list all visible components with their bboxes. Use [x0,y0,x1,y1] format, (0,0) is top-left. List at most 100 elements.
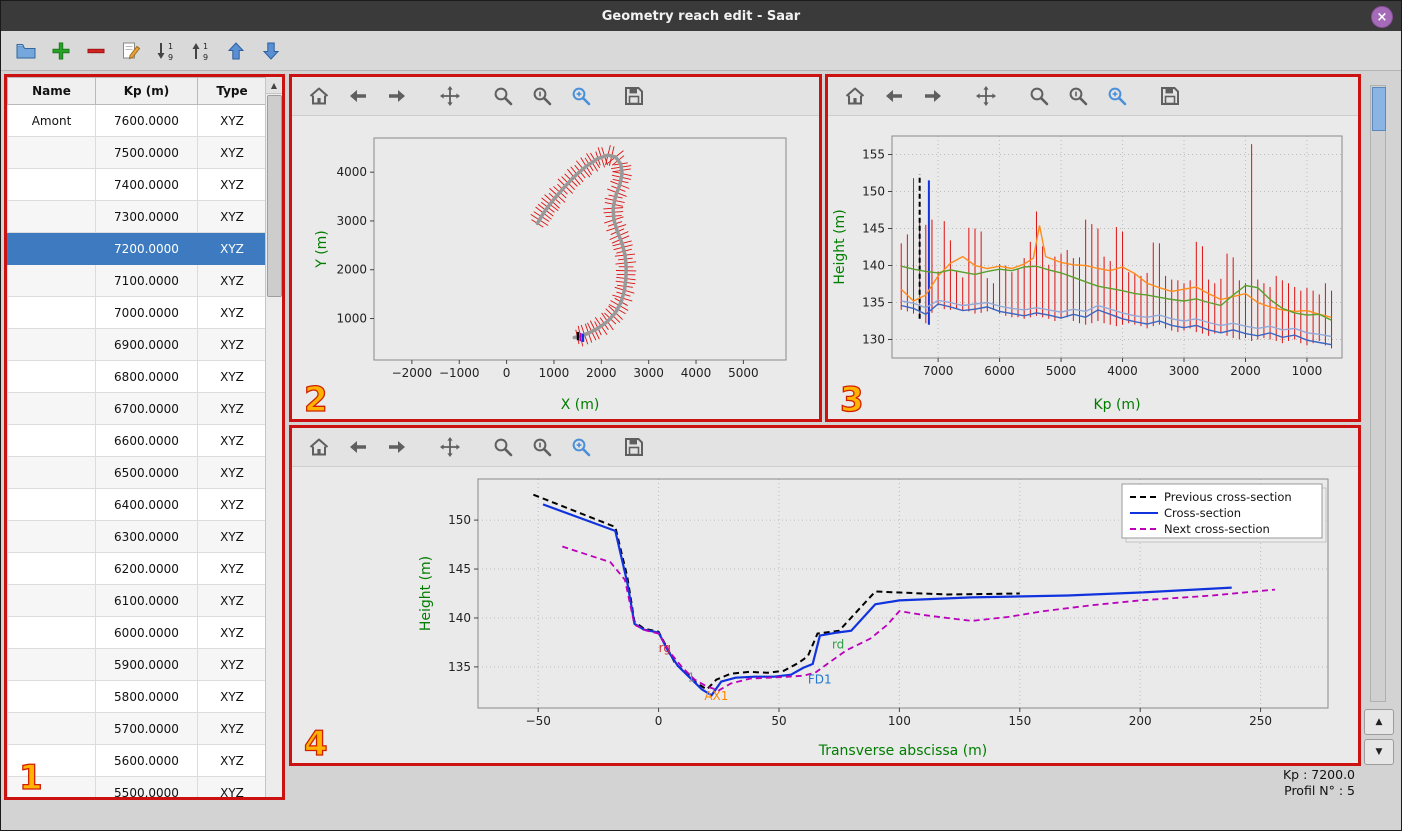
table-cell[interactable]: XYZ [197,168,267,201]
table-cell[interactable] [7,648,96,681]
zoom-mark-icon[interactable] [529,434,555,460]
table-cell[interactable]: 5500.0000 [95,776,198,797]
home-icon[interactable] [306,83,332,109]
table-cell[interactable]: 7200.0000 [95,232,198,265]
save-icon[interactable] [621,83,647,109]
move-down-icon[interactable] [258,38,284,64]
table-cell[interactable]: XYZ [197,328,267,361]
add-icon[interactable] [48,38,74,64]
table-row[interactable]: 6400.0000 XYZ [7,488,267,521]
table-cell[interactable]: 6900.0000 [95,328,198,361]
pan-icon[interactable] [437,83,463,109]
table-cell[interactable]: 7400.0000 [95,168,198,201]
table-row[interactable]: 6200.0000 XYZ [7,552,267,585]
zoom-icon[interactable] [490,434,516,460]
forward-icon[interactable] [384,83,410,109]
back-icon[interactable] [345,434,371,460]
table-cell[interactable]: XYZ [197,520,267,553]
column-header[interactable]: Kp (m) [95,77,198,105]
table-row[interactable]: 7400.0000 XYZ [7,168,267,201]
table-cell[interactable]: 6800.0000 [95,360,198,393]
table-cell[interactable]: 5800.0000 [95,680,198,713]
table-row[interactable]: 7500.0000 XYZ [7,136,267,169]
table-cell[interactable]: 6700.0000 [95,392,198,425]
table-cell[interactable]: XYZ [197,584,267,617]
window-scrollbar[interactable] [1370,85,1386,702]
table-cell[interactable] [7,712,96,745]
forward-icon[interactable] [384,434,410,460]
table-cell[interactable]: XYZ [197,392,267,425]
table-row[interactable]: 7100.0000 XYZ [7,264,267,297]
table-row[interactable]: 5900.0000 XYZ [7,648,267,681]
table-cell[interactable]: XYZ [197,136,267,169]
table-cell[interactable]: 5900.0000 [95,648,198,681]
table-row[interactable]: 6600.0000 XYZ [7,424,267,457]
zoom-icon[interactable] [490,83,516,109]
table-cell[interactable]: 6200.0000 [95,552,198,585]
table-cell[interactable]: 7100.0000 [95,264,198,297]
delete-icon[interactable] [83,38,109,64]
table-cell[interactable]: 7600.0000 [95,104,198,137]
table-cell[interactable]: 6500.0000 [95,456,198,489]
table-cell[interactable] [7,424,96,457]
plan-chart[interactable]: −2000 −1000 0 1000 2000 3000 4000 5000 1000 2000 3… [292,116,816,416]
pan-icon[interactable] [973,83,999,109]
table-scroll-up-icon[interactable]: ▲ [266,77,282,94]
table-cell[interactable]: 6400.0000 [95,488,198,521]
table-cell[interactable] [7,264,96,297]
window-scrollbar-thumb[interactable] [1372,87,1386,131]
table-cell[interactable]: XYZ [197,616,267,649]
profile-down-button[interactable]: ▼ [1364,739,1394,765]
table-cell[interactable]: Amont [7,104,96,137]
table-cell[interactable] [7,296,96,329]
table-row[interactable]: 6000.0000 XYZ [7,616,267,649]
table-cell[interactable]: 7500.0000 [95,136,198,169]
zoom-icon[interactable] [1026,83,1052,109]
table-cell[interactable]: XYZ [197,104,267,137]
edit-icon[interactable] [118,38,144,64]
table-cell[interactable] [7,360,96,393]
table-cell[interactable] [7,456,96,489]
table-cell[interactable] [7,200,96,233]
table-cell[interactable] [7,520,96,553]
open-icon[interactable] [13,38,39,64]
home-icon[interactable] [842,83,868,109]
cross-section-chart[interactable]: rg rd FD1 AX1 1 −50 0 50 100 150 200 250 135 140 145 15… [292,467,1356,762]
table-row[interactable]: 6800.0000 XYZ [7,360,267,393]
table-cell[interactable] [7,168,96,201]
table-scrollbar-thumb[interactable] [267,95,282,297]
table-cell[interactable] [7,232,96,265]
table-cell[interactable]: XYZ [197,712,267,745]
table-cell[interactable] [7,328,96,361]
profile-up-button[interactable]: ▲ [1364,709,1394,735]
save-icon[interactable] [621,434,647,460]
back-icon[interactable] [345,83,371,109]
table-row[interactable]: 7000.0000 XYZ [7,296,267,329]
table-row[interactable]: 6700.0000 XYZ [7,392,267,425]
table-row[interactable]: 5700.0000 XYZ [7,712,267,745]
table-cell[interactable]: 5600.0000 [95,744,198,777]
table-cell[interactable]: XYZ [197,648,267,681]
table-cell[interactable]: 6100.0000 [95,584,198,617]
table-cell[interactable]: 6000.0000 [95,616,198,649]
table-cell[interactable]: XYZ [197,488,267,521]
table-cell[interactable]: XYZ [197,680,267,713]
table-row[interactable]: 5500.0000 XYZ [7,776,267,797]
sort-descending-icon[interactable]: 19 [153,38,179,64]
column-header[interactable]: Name [7,77,96,105]
back-icon[interactable] [881,83,907,109]
table-row[interactable]: 7300.0000 XYZ [7,200,267,233]
table-cell[interactable]: XYZ [197,456,267,489]
close-button[interactable]: × [1371,6,1393,28]
table-cell[interactable] [7,552,96,585]
table-row[interactable]: 6900.0000 XYZ [7,328,267,361]
table-cell[interactable]: XYZ [197,552,267,585]
table-cell[interactable] [7,616,96,649]
table-cell[interactable]: XYZ [197,776,267,797]
table-row[interactable]: Amont 7600.0000 XYZ [7,104,267,137]
zoom-select-icon[interactable] [568,434,594,460]
profile-chart[interactable]: 7000 6000 5000 4000 3000 2000 1000 130 135 140 145… [828,116,1356,416]
title-bar[interactable]: Geometry reach edit - Saar × [1,1,1401,32]
zoom-mark-icon[interactable] [1065,83,1091,109]
table-row[interactable]: 6500.0000 XYZ [7,456,267,489]
